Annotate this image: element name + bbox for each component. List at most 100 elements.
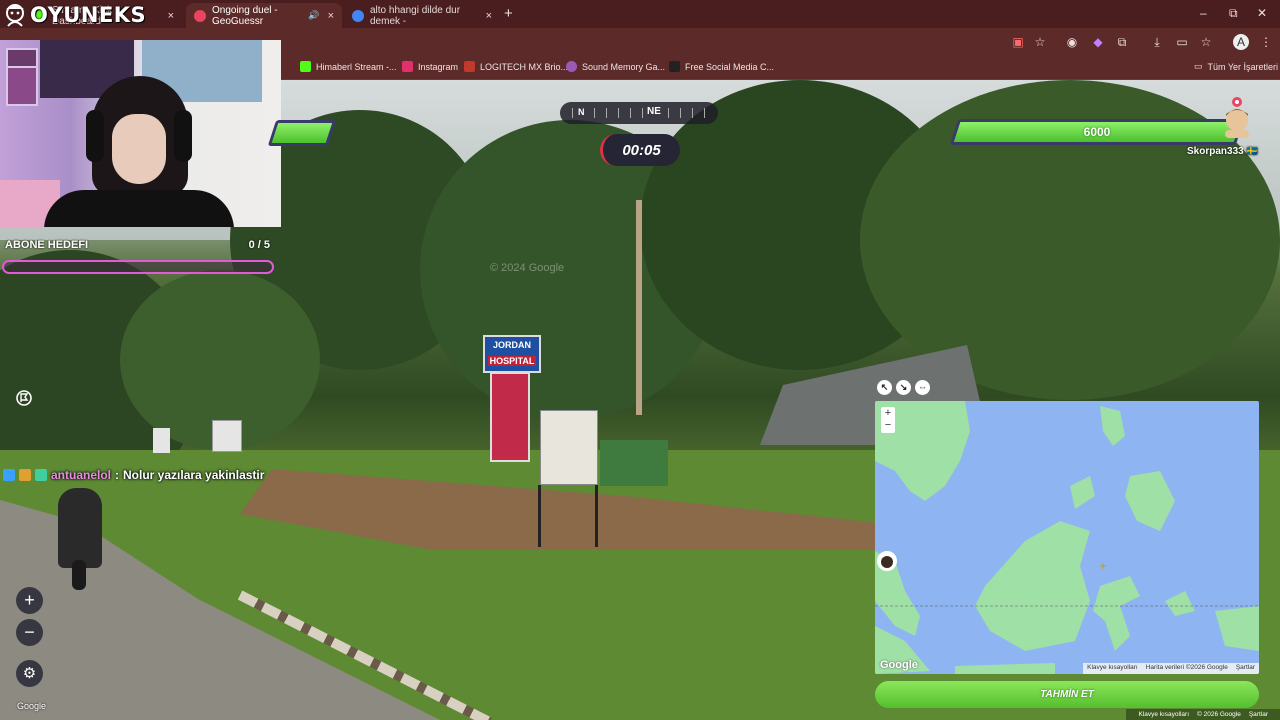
copyright-credit: © 2026 Google bbox=[1197, 711, 1241, 718]
compass-tick bbox=[680, 108, 681, 118]
compass-tick bbox=[606, 108, 607, 118]
instagram-icon bbox=[402, 61, 413, 72]
all-bookmarks-folder[interactable]: ▭ Tüm Yer İşaretleri bbox=[1194, 61, 1278, 72]
poster bbox=[6, 66, 38, 106]
compass-tick bbox=[692, 108, 693, 118]
guess-button[interactable]: TAHMİN ET bbox=[875, 681, 1259, 708]
chat-message: antuanelol : Nolur yazılara yakinlastir bbox=[3, 468, 264, 482]
extension-icon[interactable]: ◆ bbox=[1090, 34, 1106, 50]
speaker-icon[interactable]: 🔊 bbox=[308, 10, 319, 21]
profile-icon[interactable]: A bbox=[1233, 34, 1249, 50]
cast-icon[interactable]: ▣ bbox=[1010, 34, 1026, 50]
shrink-map-icon[interactable]: ↘ bbox=[896, 380, 911, 395]
new-tab-button[interactable]: + bbox=[504, 5, 513, 22]
bookmark-label: Himaberl Stream -... bbox=[316, 61, 397, 72]
settings-button[interactable]: ⚙ bbox=[16, 660, 43, 687]
bookmark-item[interactable]: Instagram bbox=[402, 61, 458, 72]
bookmark-label: Free Social Media C... bbox=[685, 61, 775, 72]
close-window-button[interactable]: ✕ bbox=[1257, 6, 1267, 20]
page-attribution: Klavye kısayolları © 2026 Google Şartlar bbox=[1126, 709, 1280, 720]
street-google-logo: Google bbox=[17, 701, 47, 711]
sub-goal-progress-bar bbox=[2, 260, 274, 274]
map-zoom-in[interactable]: + bbox=[881, 407, 895, 419]
menu-icon[interactable]: ⋮ bbox=[1258, 34, 1274, 50]
geoguessr-icon bbox=[194, 9, 206, 22]
bookmark-icon[interactable]: ☆ bbox=[1198, 34, 1214, 50]
opponent-health-value: 6000 bbox=[1083, 125, 1111, 139]
bookmark-item[interactable]: Free Social Media C... bbox=[669, 61, 774, 72]
subscriber-badge-icon bbox=[3, 469, 15, 481]
pin-map-icon[interactable]: ⇔ bbox=[915, 380, 930, 395]
sub-goal-label: ABONE HEDEFI bbox=[5, 239, 89, 251]
folder-icon: ▭ bbox=[1194, 61, 1203, 71]
reader-icon[interactable]: ▭ bbox=[1174, 34, 1190, 50]
logo-mascot-icon bbox=[6, 4, 24, 27]
chat-text: Nolur yazılara yakinlastir bbox=[123, 468, 265, 482]
gear-icon: ⚙ bbox=[22, 665, 37, 682]
puzzle-icon[interactable]: ⧉ bbox=[1114, 34, 1130, 50]
zoom-out-button[interactable]: − bbox=[16, 619, 43, 646]
hospital-sign-bottom: HOSPITAL bbox=[487, 356, 537, 366]
player-avatar-marker bbox=[877, 551, 897, 571]
sound-memory-icon bbox=[566, 61, 577, 72]
headphone-cup bbox=[86, 110, 104, 162]
opponent-health-bar: 6000 bbox=[949, 119, 1245, 145]
star-icon[interactable]: ☆ bbox=[1032, 34, 1048, 50]
terms-link[interactable]: Şartlar bbox=[1249, 711, 1268, 718]
round-timer: 00:05 bbox=[600, 134, 680, 166]
compass-n: N bbox=[578, 107, 585, 117]
map-size-controls: ↖ ↘ ⇔ bbox=[877, 380, 930, 395]
expand-map-icon[interactable]: ↖ bbox=[877, 380, 892, 395]
tab-title: alto hhangi dilde dur demek - bbox=[370, 4, 461, 27]
motorbike-rider bbox=[58, 488, 102, 568]
kick-icon bbox=[300, 61, 311, 72]
tab-geoguessr[interactable]: Ongoing duel - GeoGuessr 🔊 × bbox=[186, 3, 342, 28]
tab-search[interactable]: alto hhangi dilde dur demek - × bbox=[344, 3, 500, 28]
browser-tab-strip: Stream - Kick Dashboard × Ongoing duel -… bbox=[0, 0, 1280, 28]
sign-post bbox=[538, 485, 541, 547]
map-data-credit: Harita verileri ©2026 Google bbox=[1145, 664, 1228, 671]
compass-tick bbox=[668, 108, 669, 118]
headphone-cup bbox=[174, 110, 192, 162]
compass-tick bbox=[572, 108, 573, 118]
streamer-logo: OYUNEKS bbox=[2, 2, 146, 28]
google-icon bbox=[352, 9, 364, 22]
map-zoom-control: + − bbox=[881, 407, 895, 433]
close-icon[interactable]: × bbox=[168, 10, 174, 22]
bookmark-item[interactable]: Sound Memory Ga... bbox=[566, 61, 665, 72]
maximize-button[interactable]: ⧉ bbox=[1229, 6, 1238, 21]
sweden-flag-icon: 🇸🇪 bbox=[1246, 146, 1258, 156]
sub-goal-count: 0 / 5 bbox=[248, 239, 270, 251]
compass: N NE bbox=[560, 102, 718, 124]
map-shortcuts-link[interactable]: Klavye kısayolları bbox=[1087, 664, 1138, 673]
person-shirt bbox=[44, 190, 234, 227]
logitech-icon bbox=[464, 61, 475, 72]
player-health-bar bbox=[267, 120, 337, 146]
bookmark-item[interactable]: Himaberl Stream -... bbox=[300, 61, 397, 72]
webcam-feed bbox=[0, 40, 281, 227]
hospital-board bbox=[490, 372, 530, 462]
map-attribution: Klavye kısayolları Harita verileri ©2026… bbox=[1083, 663, 1259, 674]
minimize-button[interactable]: – bbox=[1200, 6, 1207, 20]
compass-tick bbox=[630, 108, 631, 118]
bookmark-item[interactable]: LOGITECH MX Brio... bbox=[464, 61, 568, 72]
download-icon[interactable]: ⤓ bbox=[1149, 34, 1165, 50]
county-sign bbox=[540, 410, 598, 485]
bookmark-label: Instagram bbox=[418, 61, 459, 72]
map-zoom-out[interactable]: − bbox=[881, 419, 895, 431]
map-google-logo: Google bbox=[880, 659, 918, 671]
opponent-name: Skorpan333 bbox=[1187, 146, 1244, 157]
zoom-in-button[interactable]: + bbox=[16, 587, 43, 614]
extension-icon[interactable]: ◉ bbox=[1064, 34, 1080, 50]
map-terms-link[interactable]: Şartlar bbox=[1236, 664, 1255, 673]
guess-map[interactable]: + − Google Klavye kısayolları Harita ver… bbox=[875, 401, 1259, 674]
motorbike-wheel bbox=[72, 560, 86, 590]
compass-tick bbox=[618, 108, 619, 118]
close-icon[interactable]: × bbox=[486, 10, 492, 22]
hospital-sign: JORDAN HOSPITAL bbox=[483, 335, 541, 373]
shortcuts-link[interactable]: Klavye kısayolları bbox=[1138, 711, 1189, 718]
close-icon[interactable]: × bbox=[328, 10, 334, 22]
green-kiosk bbox=[600, 440, 668, 486]
report-flag-button[interactable] bbox=[13, 388, 35, 410]
compass-tick bbox=[642, 108, 643, 118]
